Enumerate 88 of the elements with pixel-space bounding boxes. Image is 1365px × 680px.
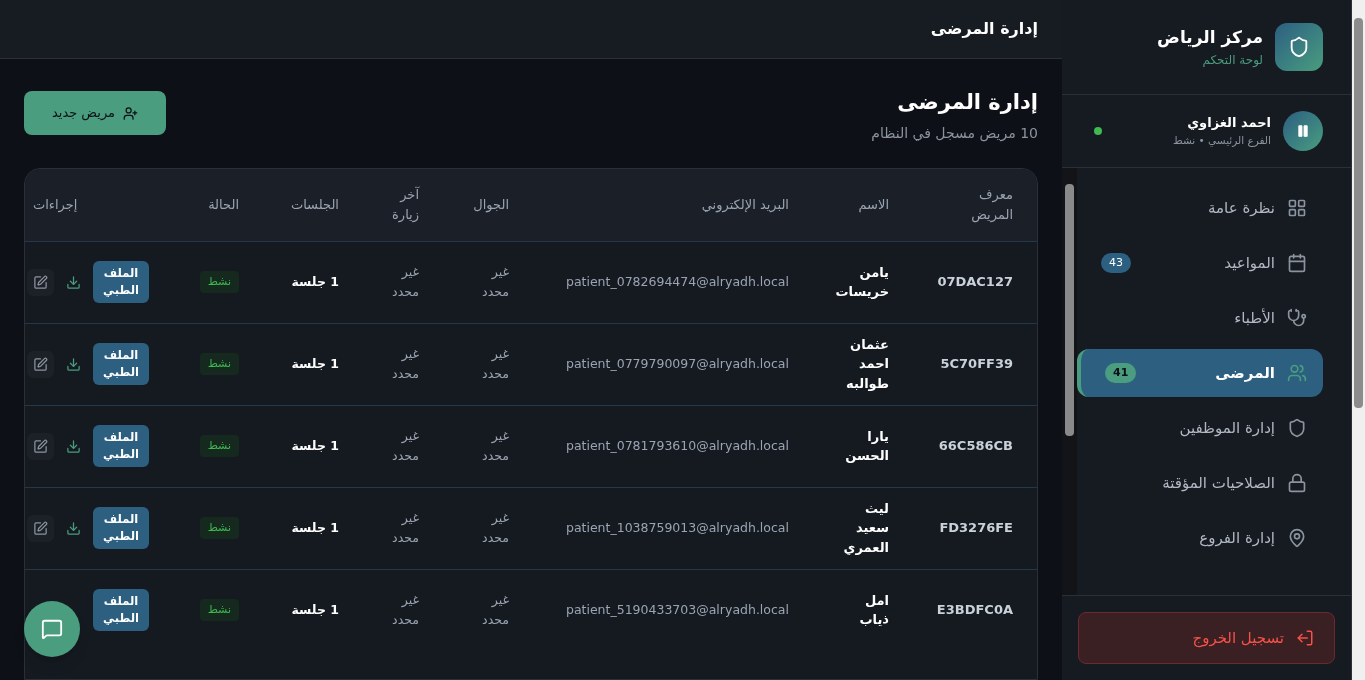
- user-plus-icon: [123, 105, 139, 121]
- patient-id: 07DAC127: [937, 273, 1013, 292]
- patient-email: patient_0779790097@alryadh.local: [565, 354, 789, 373]
- patient-id: E3BDFC0A: [936, 601, 1013, 620]
- patient-name: امل ذياب: [858, 591, 889, 629]
- sessions-count: 1 جلسة: [291, 600, 339, 619]
- sessions-count: 1 جلسة: [291, 518, 339, 537]
- status-badge: نشط: [199, 598, 239, 622]
- medical-file-button[interactable]: الملف الطبي: [93, 506, 149, 550]
- edit-icon: [33, 274, 48, 290]
- calendar-icon: [1287, 253, 1307, 273]
- column-header: الحالة: [208, 195, 239, 214]
- medical-file-button[interactable]: الملف الطبي: [93, 342, 149, 386]
- patient-name: عثمان احمد طوالبه: [845, 335, 889, 393]
- count-badge: 41: [1105, 362, 1137, 384]
- stethoscope-icon: [1287, 308, 1307, 328]
- nav-item[interactable]: الصلاحيات المؤقتة: [1077, 459, 1323, 507]
- status-badge: نشط: [199, 434, 239, 458]
- patient-phone: غير محدد: [481, 427, 509, 465]
- brand-subtitle: لوحة التحكم: [1201, 51, 1263, 69]
- chat-icon: [41, 618, 63, 640]
- patient-name: ليث سعيد العمري: [842, 499, 889, 557]
- last-visit: غير محدد: [391, 591, 419, 629]
- edit-icon: [33, 356, 48, 372]
- column-header: إجراءات: [33, 195, 78, 215]
- nav-item[interactable]: إدارة الفروع: [1077, 514, 1323, 562]
- edit-button[interactable]: [27, 268, 54, 296]
- new-patient-button[interactable]: مريض جديد: [24, 91, 166, 135]
- patient-name: يامن خريسات: [837, 263, 889, 301]
- patient-id: 66C586CB: [938, 437, 1013, 456]
- nav-item[interactable]: الأطباء: [1077, 294, 1323, 342]
- download-icon: [66, 274, 81, 290]
- patient-phone: غير محدد: [481, 345, 509, 383]
- sessions-count: 1 جلسة: [291, 272, 339, 291]
- column-header: الاسم: [858, 195, 889, 215]
- edit-button[interactable]: [27, 514, 54, 542]
- patient-name: يارا الحسن: [844, 427, 889, 465]
- patient-phone: غير محدد: [481, 591, 509, 629]
- brand-title: مركز الرياض: [1157, 26, 1263, 50]
- last-visit: غير محدد: [391, 509, 419, 547]
- column-header: آخر زيارة: [391, 185, 419, 224]
- sessions-count: 1 جلسة: [291, 436, 339, 455]
- page-subtitle: 10 مريض مسجل في النظام: [871, 123, 1038, 144]
- medical-file-button[interactable]: الملف الطبي: [93, 260, 149, 304]
- nav-item[interactable]: نظرة عامة: [1077, 184, 1323, 232]
- column-header: البريد الإلكتروني: [701, 195, 789, 215]
- pause-icon: [1296, 124, 1310, 138]
- edit-icon: [33, 438, 48, 454]
- patient-email: patient_5190433703@alryadh.local: [565, 600, 789, 619]
- edit-button[interactable]: [27, 432, 54, 460]
- medical-file-button[interactable]: الملف الطبي: [93, 588, 149, 632]
- count-badge: 43: [1101, 252, 1131, 274]
- last-visit: غير محدد: [391, 427, 419, 465]
- status-badge: نشط: [199, 352, 239, 376]
- users-icon: [1287, 363, 1307, 383]
- lock-icon: [1287, 473, 1307, 493]
- download-icon: [66, 438, 81, 454]
- last-visit: غير محدد: [391, 345, 419, 383]
- logout-icon: [1296, 629, 1314, 647]
- page-title: إدارة المرضى: [896, 89, 1038, 116]
- download-icon: [66, 520, 81, 536]
- column-header: معرف المريض: [970, 186, 1013, 224]
- column-header: الجلسات: [290, 195, 339, 214]
- nav-item[interactable]: إدارة الموظفين: [1077, 404, 1323, 452]
- user-meta: الفرع الرئيسي • نشط: [1171, 132, 1271, 149]
- sessions-count: 1 جلسة: [291, 354, 339, 373]
- download-icon: [66, 356, 81, 372]
- edit-icon: [33, 520, 48, 536]
- patient-email: patient_0782694474@alryadh.local: [565, 272, 789, 291]
- patient-phone: غير محدد: [481, 509, 509, 547]
- medical-file-button[interactable]: الملف الطبي: [93, 424, 149, 468]
- column-header: الجوال: [473, 195, 509, 215]
- logout-button[interactable]: تسجيل الخروج: [1078, 612, 1335, 664]
- map-pin-icon: [1287, 528, 1307, 548]
- status-badge: نشط: [199, 516, 239, 540]
- patient-id: FD3276FE: [939, 519, 1013, 538]
- user-name: احمد الغزاوي: [1186, 114, 1271, 133]
- edit-button[interactable]: [27, 350, 54, 378]
- patient-email: patient_0781793610@alryadh.local: [565, 436, 789, 455]
- last-visit: غير محدد: [391, 263, 419, 301]
- patient-id: 5C70FF39: [940, 355, 1013, 374]
- grid-icon: [1287, 198, 1307, 218]
- status-badge: نشط: [199, 270, 239, 294]
- top-bar-title: إدارة المرضى: [930, 18, 1038, 40]
- shield-icon: [1287, 418, 1307, 438]
- patient-phone: غير محدد: [481, 263, 509, 301]
- patient-email: patient_1038759013@alryadh.local: [565, 518, 789, 537]
- shield-icon: [1288, 36, 1310, 58]
